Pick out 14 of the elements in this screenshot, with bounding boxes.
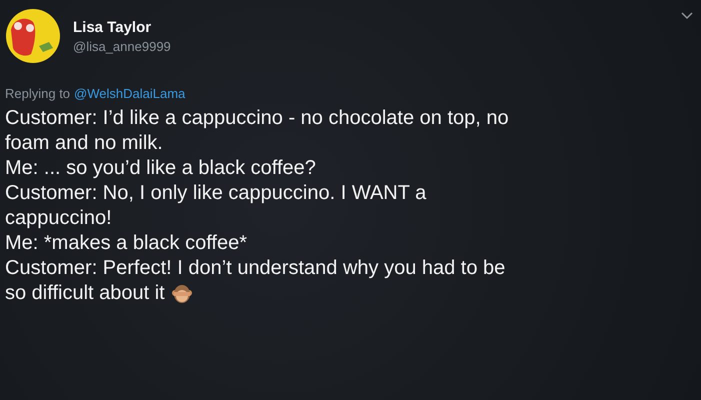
replying-label: Replying to (5, 86, 70, 101)
caret-icon[interactable] (681, 12, 693, 20)
author-name[interactable]: Lisa Taylor (73, 18, 171, 36)
mention-link[interactable]: @WelshDalaiLama (74, 86, 186, 101)
tweet-text-line: Customer: Perfect! I don’t understand why you had to be (5, 256, 506, 281)
tweet-text-line: cappuccino! (5, 206, 112, 231)
monkey-emoji-icon (170, 284, 193, 304)
author-handle[interactable]: @lisa_anne9999 (73, 38, 171, 54)
tweet-text-line: foam and no milk. (5, 131, 163, 156)
tweet-text-line: so difficult about it (5, 281, 165, 306)
tweet-text-line: Customer: No, I only like cappuccino. I WANT a (5, 181, 426, 206)
tweet-text-line: Me: *makes a black coffee* (5, 231, 247, 256)
tweet-text-line: Customer: I’d like a cappuccino - no chocolate on top, no (5, 106, 509, 131)
tweet-text-line: Me: ... so you’d like a black coffee? (5, 156, 316, 181)
